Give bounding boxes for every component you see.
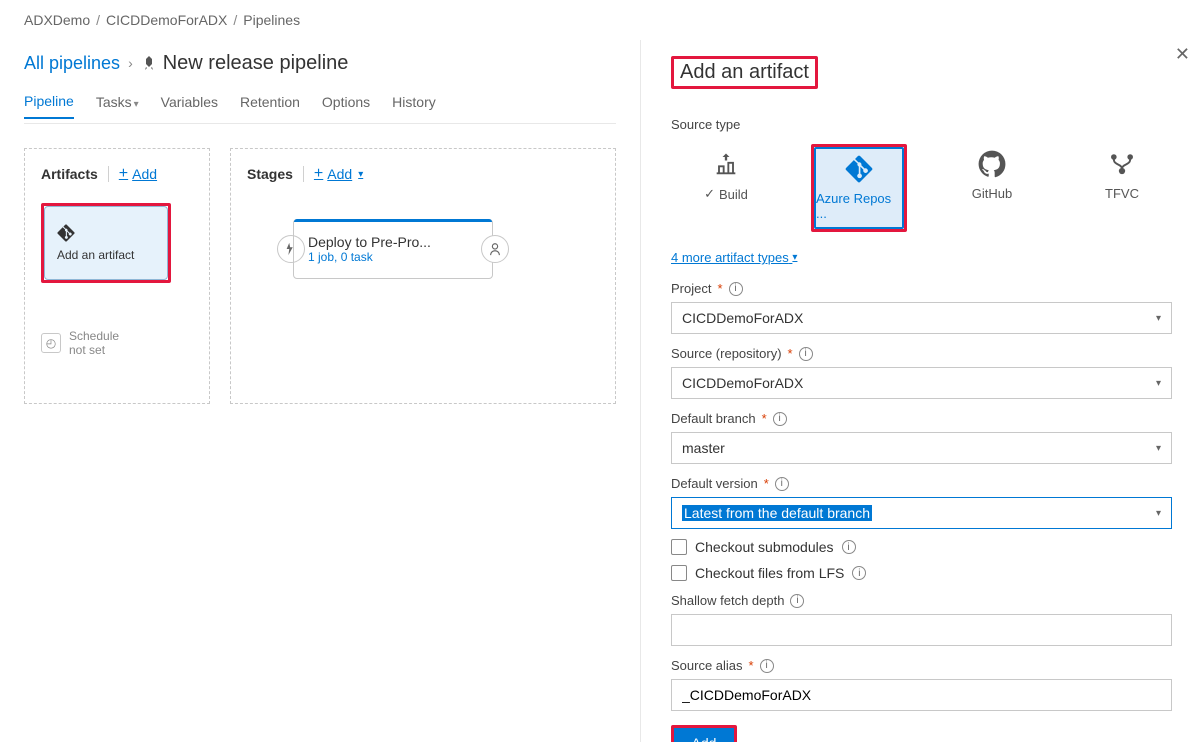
checkout-submodules-row[interactable]: Checkout submodules i (671, 539, 1172, 555)
info-icon[interactable]: i (799, 347, 813, 361)
source-repo-label: Source (repository) * i (671, 346, 1172, 361)
shallow-fetch-label: Shallow fetch depth i (671, 593, 1172, 608)
designer-canvas: Artifacts +Add Add an artifact ◴ Schedul… (24, 148, 616, 404)
clock-icon: ◴ (41, 333, 61, 353)
tfvc-icon (1108, 150, 1136, 178)
schedule-label-1: Schedule (69, 329, 119, 343)
tab-retention[interactable]: Retention (240, 94, 300, 118)
title-row: All pipelines › New release pipeline (24, 40, 616, 86)
divider (108, 166, 109, 182)
highlight-panel-title: Add an artifact (671, 56, 818, 89)
close-button[interactable]: ✕ (1175, 44, 1190, 65)
chevron-down-icon: ▾ (1156, 443, 1161, 454)
stages-panel: Stages +Add▾ Deploy to Pre-Pro... 1 job,… (230, 148, 616, 404)
chevron-down-icon: ▾ (1156, 378, 1161, 389)
chevron-down-icon: ▾ (1156, 508, 1161, 519)
project-dropdown[interactable]: CICDDemoForADX▾ (671, 302, 1172, 334)
project-label: Project * i (671, 281, 1172, 296)
source-type-tfvc[interactable]: TFVC (1077, 144, 1167, 232)
add-artifact-card-label: Add an artifact (57, 248, 155, 262)
rocket-icon (141, 55, 157, 71)
artifacts-panel: Artifacts +Add Add an artifact ◴ Schedul… (24, 148, 210, 404)
chevron-right-icon: › (128, 55, 133, 71)
default-version-label: Default version * i (671, 476, 1172, 491)
source-repo-dropdown[interactable]: CICDDemoForADX▾ (671, 367, 1172, 399)
stage-name: Deploy to Pre-Pro... (308, 234, 480, 250)
breadcrumb-sep: / (233, 12, 237, 28)
info-icon[interactable]: i (842, 540, 856, 554)
highlight-artifact-card: Add an artifact (41, 203, 171, 283)
breadcrumb-project[interactable]: ADXDemo (24, 12, 90, 28)
panel-title: Add an artifact (674, 59, 815, 86)
info-icon[interactable]: i (773, 412, 787, 426)
highlight-add-button: Add (671, 725, 737, 742)
checkout-lfs-row[interactable]: Checkout files from LFS i (671, 565, 1172, 581)
add-artifact-link[interactable]: +Add (119, 165, 157, 183)
git-icon (57, 224, 75, 242)
build-icon (712, 150, 740, 178)
source-type-label: Source type (671, 117, 1172, 132)
tab-pipeline[interactable]: Pipeline (24, 93, 74, 119)
plus-icon: + (119, 165, 128, 183)
info-icon[interactable]: i (729, 282, 743, 296)
chevron-down-icon: ▾ (134, 99, 139, 110)
shallow-fetch-input[interactable] (671, 614, 1172, 646)
all-pipelines-link[interactable]: All pipelines (24, 53, 120, 74)
stage-card[interactable]: Deploy to Pre-Pro... 1 job, 0 task (293, 219, 493, 279)
stage-subtitle[interactable]: 1 job, 0 task (308, 250, 480, 264)
divider (303, 166, 304, 182)
chevron-down-icon: ▾ (358, 169, 363, 180)
checkbox[interactable] (671, 565, 687, 581)
tab-variables[interactable]: Variables (161, 94, 218, 118)
tab-history[interactable]: History (392, 94, 436, 118)
git-icon (845, 155, 873, 183)
schedule-row[interactable]: ◴ Schedule not set (41, 329, 193, 357)
breadcrumb: ADXDemo / CICDDemoForADX / Pipelines (0, 0, 1202, 40)
post-deploy-conditions-button[interactable] (481, 235, 509, 263)
source-alias-input[interactable] (671, 679, 1172, 711)
info-icon[interactable]: i (775, 477, 789, 491)
info-icon[interactable]: i (790, 594, 804, 608)
person-icon (488, 242, 502, 256)
default-branch-label: Default branch * i (671, 411, 1172, 426)
tab-tasks[interactable]: Tasks▾ (96, 94, 139, 118)
editor-tabs: Pipeline Tasks▾ Variables Retention Opti… (24, 88, 616, 124)
plus-icon: + (314, 165, 323, 183)
source-alias-label: Source alias * i (671, 658, 1172, 673)
pipeline-name: New release pipeline (163, 52, 349, 75)
github-icon (978, 150, 1006, 178)
source-type-grid: ✓Build Azure Repos ... GitHub TFVC (671, 138, 1172, 234)
check-icon: ✓ (704, 186, 715, 202)
add-stage-link[interactable]: +Add▾ (314, 165, 363, 183)
add-artifact-panel: ✕ Add an artifact Source type ✓Build Azu… (640, 40, 1202, 742)
more-artifact-types-link[interactable]: 4 more artifact types ▾ (671, 250, 797, 265)
add-button[interactable]: Add (674, 728, 734, 742)
chevron-down-icon: ▾ (1156, 313, 1161, 324)
stages-header: Stages (247, 166, 293, 182)
chevron-down-icon: ▾ (792, 252, 797, 263)
schedule-label-2: not set (69, 343, 119, 357)
add-artifact-card[interactable]: Add an artifact (44, 206, 168, 280)
source-type-build[interactable]: ✓Build (681, 144, 771, 232)
default-version-dropdown[interactable]: Latest from the default branch▾ (671, 497, 1172, 529)
highlight-source-type: Azure Repos ... (811, 144, 907, 232)
tab-options[interactable]: Options (322, 94, 370, 118)
source-type-github[interactable]: GitHub (947, 144, 1037, 232)
checkbox[interactable] (671, 539, 687, 555)
source-type-azure-repos[interactable]: Azure Repos ... (814, 147, 904, 229)
default-branch-dropdown[interactable]: master▾ (671, 432, 1172, 464)
breadcrumb-area[interactable]: Pipelines (243, 12, 300, 28)
info-icon[interactable]: i (852, 566, 866, 580)
artifacts-header: Artifacts (41, 166, 98, 182)
breadcrumb-repo[interactable]: CICDDemoForADX (106, 12, 227, 28)
breadcrumb-sep: / (96, 12, 100, 28)
info-icon[interactable]: i (760, 659, 774, 673)
left-pane: All pipelines › New release pipeline Pip… (0, 40, 640, 742)
